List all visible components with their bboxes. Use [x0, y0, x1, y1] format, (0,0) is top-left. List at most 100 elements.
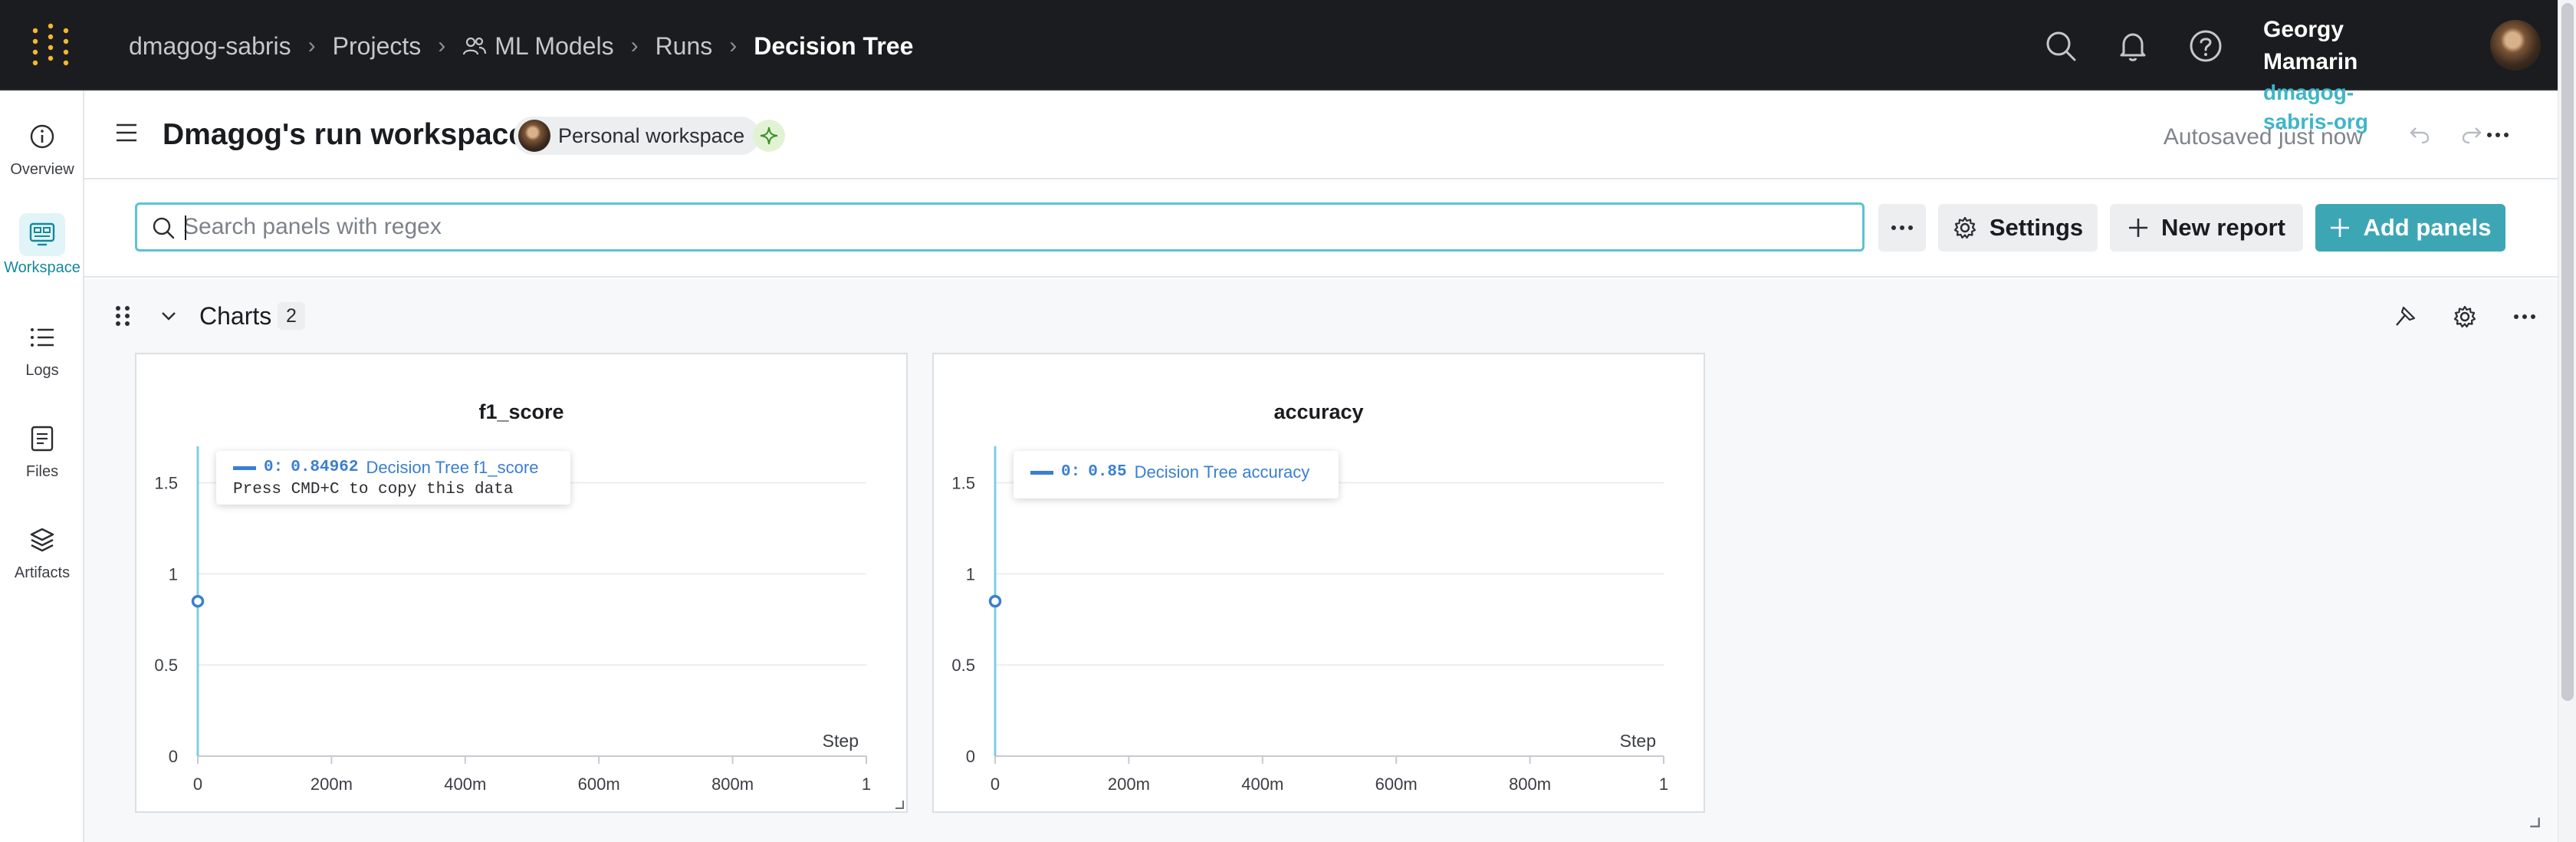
panel-toolbar: Settings New report Add panels — [84, 181, 2558, 278]
scrollbar-thumb[interactable] — [2561, 3, 2574, 701]
search-input[interactable] — [183, 209, 1847, 245]
resize-handle-icon[interactable] — [894, 799, 905, 810]
panel-title: f1_score — [478, 400, 564, 423]
x-tick-label: 200m — [1108, 775, 1150, 794]
workspace-badge-label: Personal workspace — [558, 124, 745, 147]
y-tick-label: 1 — [169, 564, 178, 584]
y-tick-label: 0 — [966, 747, 975, 766]
top-navigation-bar: dmagog-sabris › Projects › ML Models › R… — [0, 0, 2558, 133]
x-tick-label: 800m — [1509, 775, 1551, 794]
pin-sparkle-icon — [2396, 306, 2416, 326]
x-tick-label: 1 — [862, 775, 871, 794]
section-pin-button[interactable] — [2387, 299, 2423, 334]
breadcrumb: dmagog-sabris › Projects › ML Models › R… — [129, 26, 913, 66]
workspace-icon — [19, 213, 65, 256]
sidebar: Overview Workspace Logs Files Artifacts — [0, 90, 84, 842]
x-tick-label: 200m — [310, 775, 353, 794]
workspace-header: Dmagog's run workspace Personal workspac… — [84, 90, 2558, 179]
breadcrumb-runs[interactable]: Runs — [656, 26, 713, 66]
menu-icon[interactable] — [115, 123, 138, 143]
page-scrollbar[interactable] — [2558, 0, 2576, 842]
chart-panel-f1-score[interactable]: 0 0.5 1 1.5 0 200m 400m 600m 800m 1 Step f1_score … — [135, 353, 908, 813]
x-tick-label: 600m — [1375, 775, 1418, 794]
plus-icon — [2129, 219, 2148, 237]
search-box[interactable] — [135, 202, 1865, 252]
series-swatch — [1030, 470, 1053, 475]
x-tick-label: 400m — [444, 775, 486, 794]
breadcrumb-separator-icon: › — [438, 33, 446, 58]
tooltip-index: 0: — [264, 459, 284, 476]
tooltip-series-name: Decision Tree accuracy — [1134, 462, 1310, 482]
sidebar-item-logs[interactable]: Logs — [0, 316, 84, 380]
data-point — [191, 594, 205, 608]
undo-icon — [2410, 127, 2430, 144]
text-caret — [185, 215, 186, 240]
gear-icon — [2453, 305, 2476, 328]
more-horizontal-icon — [1891, 225, 1913, 230]
info-icon — [19, 115, 65, 158]
new-report-button[interactable]: New report — [2110, 204, 2303, 252]
users-icon — [463, 37, 487, 55]
y-tick-label: 1 — [966, 564, 975, 584]
y-tick-label: 0.5 — [154, 656, 178, 675]
help-icon[interactable] — [2187, 28, 2224, 64]
search-icon[interactable] — [2042, 28, 2079, 64]
resize-handle-icon[interactable] — [2528, 816, 2541, 828]
sidebar-item-label: Workspace — [4, 259, 80, 276]
y-tick-label: 0 — [169, 747, 178, 766]
chevron-down-icon[interactable] — [158, 305, 179, 327]
tooltip-row: 0: 0.85 Decision Tree accuracy — [1030, 462, 1322, 483]
sidebar-item-files[interactable]: Files — [0, 417, 84, 481]
workspace-more-button[interactable] — [2476, 113, 2519, 156]
tooltip-value: 0.84962 — [291, 459, 359, 476]
breadcrumb-current-run[interactable]: Decision Tree — [754, 26, 913, 66]
new-report-button-label: New report — [2161, 214, 2285, 241]
avatar — [518, 120, 550, 152]
drag-handle-icon[interactable] — [113, 304, 132, 328]
search-options-button[interactable] — [1878, 204, 1926, 252]
breadcrumb-entity[interactable]: dmagog-sabris — [129, 26, 291, 66]
x-axis-label: Step — [1620, 731, 1656, 751]
undo-button[interactable] — [2395, 110, 2444, 160]
tooltip-row: 0: 0.84962 Decision Tree f1_score — [233, 457, 554, 479]
wandb-logo-icon[interactable] — [29, 23, 72, 66]
section-title[interactable]: Charts — [199, 298, 271, 334]
data-point — [988, 594, 1002, 608]
sidebar-item-label: Artifacts — [14, 564, 71, 581]
x-tick-label: 800m — [711, 775, 754, 794]
add-panels-button[interactable]: Add panels — [2315, 204, 2505, 252]
page-title: Dmagog's run workspace — [163, 118, 526, 151]
tooltip-series-name: Decision Tree f1_score — [366, 458, 539, 477]
sparkle-icon[interactable] — [753, 120, 785, 152]
search-icon — [153, 217, 175, 239]
breadcrumb-project-label: ML Models — [495, 32, 614, 60]
series-swatch — [233, 465, 256, 470]
section-settings-button[interactable] — [2447, 299, 2482, 334]
settings-button[interactable]: Settings — [1938, 204, 2098, 252]
x-tick-label: 400m — [1241, 775, 1283, 794]
chart-tooltip: 0: 0.85 Decision Tree accuracy — [1014, 451, 1339, 498]
more-horizontal-icon — [2487, 133, 2509, 137]
autosave-status: Autosaved just now — [2163, 124, 2363, 150]
breadcrumb-project[interactable]: ML Models — [462, 26, 614, 66]
y-tick-label: 1.5 — [154, 474, 178, 493]
sidebar-item-artifacts[interactable]: Artifacts — [0, 518, 84, 582]
file-icon — [19, 417, 65, 460]
user-name: Georgy Mamarin — [2263, 17, 2358, 74]
workspace-badge[interactable]: Personal workspace — [514, 117, 761, 155]
section-more-button[interactable] — [2507, 299, 2542, 334]
x-tick-label: 1 — [1659, 775, 1668, 794]
charts-section: Charts 2 0 0.5 1 1.5 0 200m 400m 600m 800m 1 Step … — [84, 279, 2558, 842]
chart-panel-accuracy[interactable]: 0 0.5 1 1.5 0 200m 400m 600m 800m 1 Step accuracy … — [932, 353, 1705, 813]
breadcrumb-separator-icon: › — [630, 33, 639, 58]
sidebar-item-overview[interactable]: Overview — [0, 115, 84, 179]
gear-icon — [1953, 216, 1976, 239]
list-icon — [19, 316, 65, 359]
avatar[interactable] — [2490, 20, 2541, 71]
sidebar-item-label: Overview — [10, 161, 74, 178]
sidebar-item-workspace[interactable]: Workspace — [0, 213, 84, 277]
breadcrumb-projects[interactable]: Projects — [333, 26, 422, 66]
y-tick-label: 0.5 — [951, 656, 975, 675]
bell-icon[interactable] — [2114, 28, 2151, 64]
breadcrumb-separator-icon: › — [307, 33, 316, 58]
